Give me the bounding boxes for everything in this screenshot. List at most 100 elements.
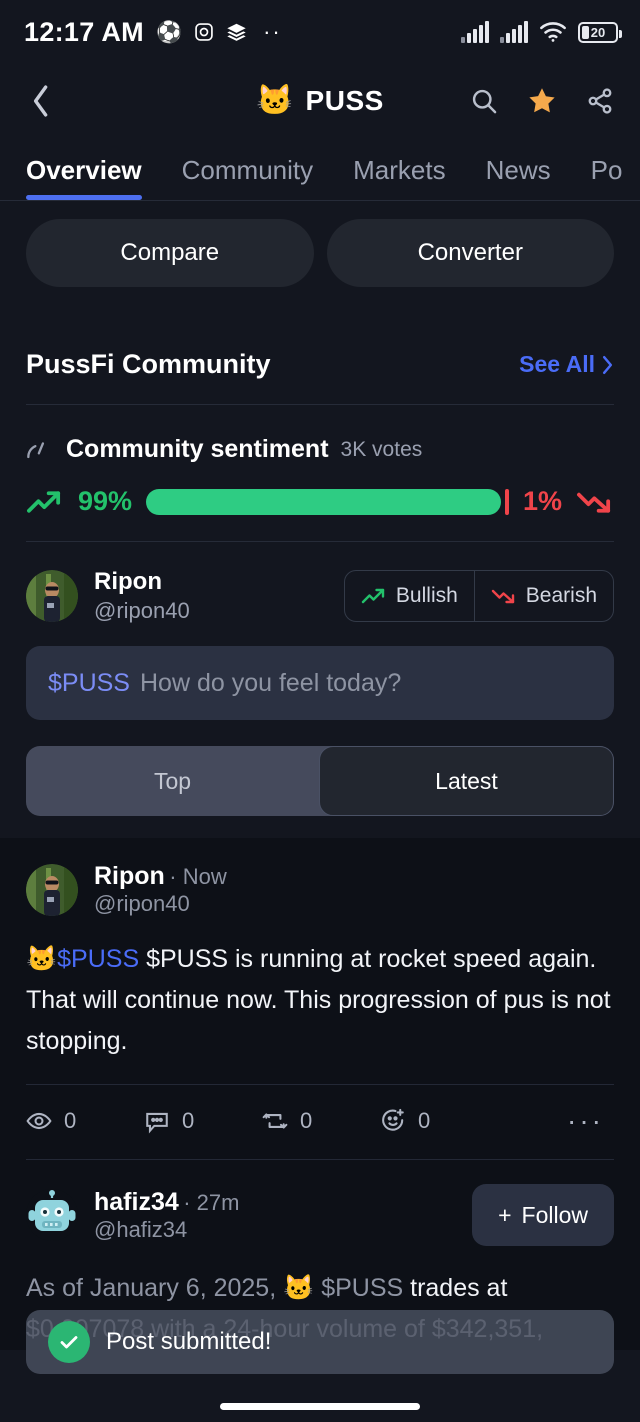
sort-tab-top[interactable]: Top <box>26 746 319 816</box>
post-author-block: Ripon · Now @ripon40 <box>94 862 227 917</box>
bearish-button[interactable]: Bearish <box>473 571 613 621</box>
trend-down-icon <box>576 487 614 517</box>
post-handle: @hafiz34 <box>94 1216 188 1242</box>
status-bar: 12:17 AM ⚽ ·· 20 <box>0 0 640 64</box>
reaction-action[interactable]: 0 <box>380 1108 498 1134</box>
sentiment-bar <box>146 488 509 515</box>
robot-avatar[interactable] <box>26 1189 78 1241</box>
see-all-link[interactable]: See All <box>519 351 614 378</box>
tab-underline-rule <box>0 200 640 201</box>
converter-button[interactable]: Converter <box>326 219 614 287</box>
post-header: hafiz34 · 27m @hafiz34 + Follow <box>26 1184 614 1246</box>
comments-action[interactable]: 0 <box>144 1108 262 1134</box>
compose-ticker: $PUSS <box>48 668 130 697</box>
follow-label: Follow <box>521 1201 588 1228</box>
coin-avatar-emoji: 🐱 <box>256 84 294 117</box>
favorite-star-icon[interactable] <box>526 85 558 117</box>
sort-tab-latest[interactable]: Latest <box>319 746 614 816</box>
post-item: Ripon · Now @ripon40 🐱$PUSS $PUSS is run… <box>0 838 640 1160</box>
tab-overview[interactable]: Overview <box>26 155 142 200</box>
community-section-header: PussFi Community See All <box>0 287 640 380</box>
compose-user-row: Ripon @ripon40 Bullish Bearish <box>0 542 640 624</box>
add-reaction-icon <box>382 1108 404 1131</box>
post-body: 🐱$PUSS $PUSS is running at rocket speed … <box>26 917 614 1062</box>
header-actions <box>468 85 616 117</box>
post-actions: 0 0 0 0 ··· <box>26 1085 614 1137</box>
plus-icon: + <box>498 1201 512 1228</box>
search-icon[interactable] <box>468 85 500 117</box>
avatar[interactable] <box>26 570 78 622</box>
tab-community[interactable]: Community <box>182 155 313 200</box>
compose-user-handle: @ripon40 <box>94 598 190 623</box>
status-bar-left: 12:17 AM ⚽ ·· <box>24 17 282 48</box>
chevron-right-icon <box>602 355 613 374</box>
post-author-line: hafiz34 · 27m <box>94 1188 239 1217</box>
sentiment-header: Community sentiment 3K votes <box>0 405 640 464</box>
status-bar-right: 20 <box>461 21 622 43</box>
tab-portfolio[interactable]: Po <box>591 155 623 200</box>
tab-bar: Overview Community Markets News Po <box>0 138 640 201</box>
post-body-emoji: 🐱 <box>283 1274 315 1302</box>
share-icon[interactable] <box>584 85 616 117</box>
section-title: PussFi Community <box>26 349 271 379</box>
compose-user-names: Ripon @ripon40 <box>94 568 190 624</box>
instagram-icon <box>194 22 214 42</box>
post-author: Ripon <box>94 862 165 890</box>
sentiment-bar-bullish <box>146 488 502 515</box>
more-dots-icon: ·· <box>263 19 282 44</box>
compare-button[interactable]: Compare <box>26 219 314 287</box>
repost-action[interactable]: 0 <box>262 1108 380 1134</box>
app-screen: 12:17 AM ⚽ ·· 20 🐱 PUSS Overview Communi… <box>0 0 640 1422</box>
tab-list: Overview Community Markets News Po <box>0 138 640 200</box>
post-header: Ripon · Now @ripon40 <box>26 862 614 917</box>
bearish-percent: 1% <box>522 486 562 516</box>
views-action[interactable]: 0 <box>26 1108 144 1134</box>
feed-sort-tabs: Top Latest <box>26 746 614 816</box>
soccer-ball-icon: ⚽ <box>155 20 183 44</box>
trend-down-icon <box>491 589 514 604</box>
post-compose-input[interactable]: $PUSS How do you feel today? <box>26 646 614 720</box>
toast-notification: Post submitted! <box>26 1310 614 1374</box>
post-time: · Now <box>169 864 227 889</box>
app-header: 🐱 PUSS <box>0 64 640 138</box>
post-author: hafiz34 <box>94 1187 179 1216</box>
bullish-label: Bullish <box>395 584 458 607</box>
post-author-block: hafiz34 · 27m @hafiz34 <box>94 1188 239 1243</box>
post-body-ticker[interactable]: $PUSS <box>57 945 139 973</box>
gauge-icon <box>26 439 54 461</box>
post-body-ticker[interactable]: $PUSS <box>321 1274 403 1302</box>
repost-icon <box>262 1113 288 1129</box>
repost-count: 0 <box>300 1108 313 1133</box>
home-indicator[interactable] <box>220 1403 420 1410</box>
toast-message: Post submitted! <box>106 1328 272 1355</box>
post-more-menu[interactable]: ··· <box>567 1105 614 1137</box>
bearish-label: Bearish <box>525 584 597 607</box>
tab-news[interactable]: News <box>486 155 551 200</box>
wifi-icon <box>539 21 567 43</box>
signal-strength-icon-2 <box>500 21 528 43</box>
sentiment-votes: 3K votes <box>340 437 423 461</box>
community-feed: Ripon · Now @ripon40 🐱$PUSS $PUSS is run… <box>0 838 640 1350</box>
post-body-emoji: 🐱 <box>26 945 58 973</box>
follow-button[interactable]: + Follow <box>472 1184 614 1246</box>
post-time: · 27m <box>183 1189 240 1215</box>
see-all-label: See All <box>519 351 595 377</box>
status-time: 12:17 AM <box>24 16 144 47</box>
avatar[interactable] <box>26 863 78 916</box>
quick-actions-row: Compare Converter <box>0 201 640 287</box>
comment-icon <box>146 1112 168 1134</box>
sentiment-bar-row: 99% 1% <box>0 464 640 517</box>
check-circle-icon <box>48 1321 90 1363</box>
tab-markets[interactable]: Markets <box>353 155 445 200</box>
bullish-button[interactable]: Bullish <box>345 571 474 621</box>
reaction-count: 0 <box>418 1108 431 1133</box>
sentiment-bar-bearish <box>505 488 509 515</box>
back-button[interactable] <box>24 84 58 118</box>
eye-icon <box>26 1112 52 1130</box>
bullish-percent: 99% <box>78 486 133 516</box>
signal-strength-icon-1 <box>461 21 489 43</box>
post-handle: @ripon40 <box>94 891 190 916</box>
compose-user-name: Ripon <box>94 568 162 595</box>
trend-up-icon <box>26 487 64 517</box>
battery-level: 20 <box>590 24 606 40</box>
